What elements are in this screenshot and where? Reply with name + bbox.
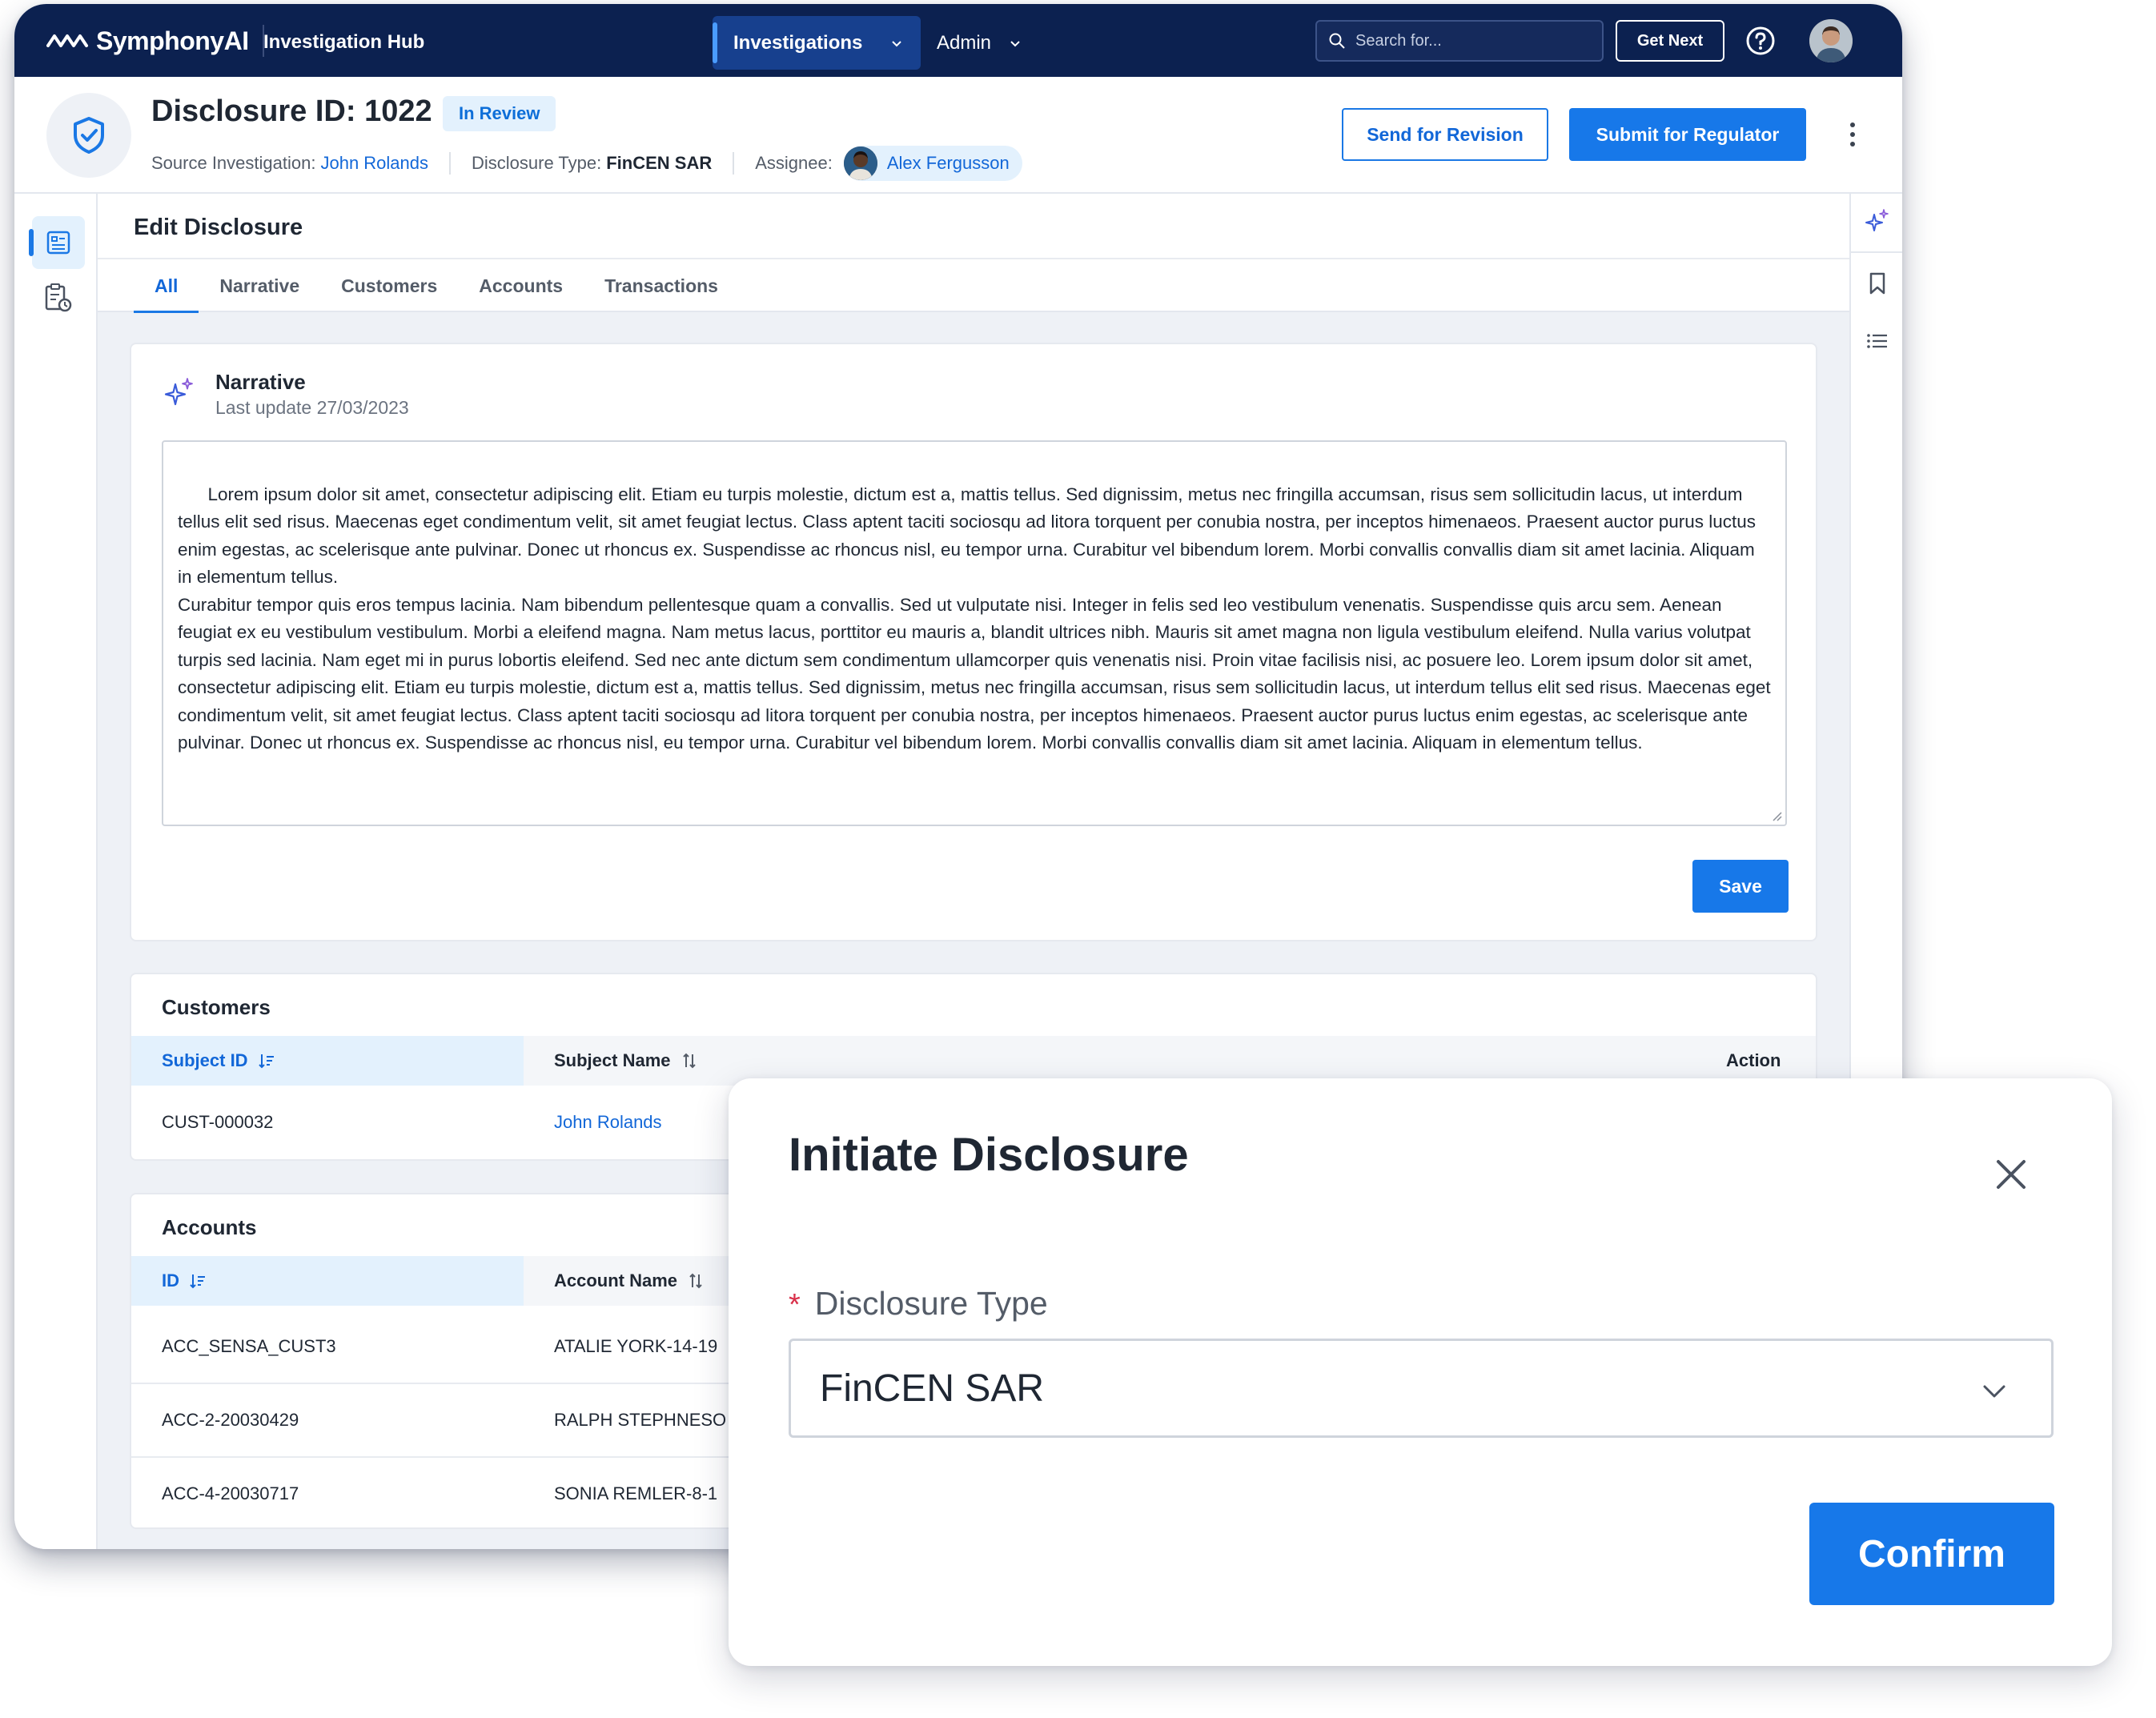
section-title: Edit Disclosure [134,215,303,240]
tab-bar: All Narrative Customers Accounts Transac… [134,259,739,313]
submit-for-regulator-button[interactable]: Submit for Regulator [1569,108,1806,161]
shield-badge [46,93,131,178]
app-name: Investigation Hub [263,31,425,53]
list-icon[interactable] [1865,328,1890,354]
search-icon [1329,33,1345,49]
nav-investigations[interactable]: Investigations [713,16,921,70]
assignee-chip[interactable]: Alex Fergusson [843,146,1022,181]
table-cell: ACC_SENSA_CUST3 [162,1336,336,1356]
col-label: Subject Name [554,1050,671,1070]
clipboard-clock-icon[interactable] [42,282,74,314]
col-id[interactable]: ID [131,1256,524,1306]
left-sidebar [14,194,98,1549]
sort-icon [689,1273,702,1289]
confirm-button[interactable]: Confirm [1809,1503,2054,1605]
assignee-label: Assignee: [755,153,833,173]
table-cell: RALPH STEPHNESO [554,1410,727,1430]
modal-title: Initiate Disclosure [789,1129,1189,1181]
tab-accounts[interactable]: Accounts [458,259,584,312]
customers-title: Customers [162,995,271,1019]
table-cell-link[interactable]: John Rolands [554,1112,662,1133]
sort-desc-icon [190,1274,205,1289]
chevron-down-icon [1010,40,1020,46]
initiate-disclosure-modal: Initiate Disclosure * Disclosure Type Fin… [729,1078,2112,1666]
disclosure-type-select[interactable]: FinCEN SAR [789,1339,2054,1438]
table-cell: ATALIE YORK-14-19 [554,1336,718,1356]
chevron-down-icon [1983,1385,2005,1398]
brand-name: SymphonyAI [96,26,249,55]
col-account-name[interactable]: Account Name [554,1256,705,1306]
narrative-title: Narrative [215,370,306,394]
sort-icon [682,1053,696,1069]
ai-sparkle-icon[interactable] [1865,208,1890,234]
help-circle-icon[interactable] [1745,26,1776,56]
type-label: Disclosure Type: [472,153,602,173]
narrative-text: Lorem ipsum dolor sit amet, consectetur … [178,484,1771,753]
col-label: Subject ID [162,1050,248,1070]
meta-divider [733,152,735,175]
col-subject-id[interactable]: Subject ID [131,1036,524,1086]
bookmark-icon[interactable] [1865,271,1890,296]
nav-investigations-label: Investigations [733,31,863,54]
disclosure-meta: Source Investigation: John Rolands Discl… [151,146,1022,181]
brand-logo[interactable]: SymphonyAI [46,26,249,56]
disclosure-type-value: FinCEN SAR [606,153,713,173]
chevron-down-icon [892,41,901,47]
user-avatar[interactable] [1809,19,1853,62]
page-title: Disclosure ID: 1022 [151,94,432,128]
table-cell: ACC-2-20030429 [162,1410,299,1430]
assignee-name: Alex Fergusson [886,153,1010,173]
nav-admin[interactable]: Admin [937,16,1022,70]
tab-transactions[interactable]: Transactions [584,259,739,312]
required-marker: * [789,1288,801,1322]
sidebar-item-disclosure[interactable] [29,216,85,269]
source-label: Source Investigation: [151,153,316,173]
send-for-revision-button[interactable]: Send for Revision [1342,108,1548,161]
col-subject-name[interactable]: Subject Name [554,1036,698,1086]
top-navbar: SymphonyAI Investigation Hub Investigati… [14,4,1902,77]
field-label: * Disclosure Type [789,1285,1048,1323]
col-label: ID [162,1270,179,1291]
narrative-textarea[interactable]: Lorem ipsum dolor sit amet, consectetur … [162,440,1787,826]
tab-customers[interactable]: Customers [320,259,458,312]
get-next-button[interactable]: Get Next [1616,20,1724,62]
ai-sparkle-icon [164,378,193,406]
sort-desc-icon [258,1054,274,1069]
save-button[interactable]: Save [1692,860,1789,913]
tab-all[interactable]: All [134,259,199,313]
select-value: FinCEN SAR [820,1367,1045,1410]
document-list-icon [46,231,70,255]
last-update: Last update 27/03/2023 [215,397,409,418]
source-investigation-link[interactable]: John Rolands [320,153,428,174]
meta-divider [449,152,452,175]
symphony-wave-icon [46,34,88,47]
tab-narrative[interactable]: Narrative [199,259,320,312]
search-box[interactable] [1315,20,1604,62]
table-cell: ACC-4-20030717 [162,1483,299,1503]
col-label: Account Name [554,1270,678,1291]
rail-divider [1851,251,1902,253]
shield-check-icon [74,117,104,154]
assignee-avatar [843,147,877,180]
field-label-text: Disclosure Type [814,1285,1048,1322]
close-icon[interactable] [1993,1157,2029,1192]
table-cell: CUST-000032 [162,1112,274,1132]
table-cell: SONIA REMLER-8-1 [554,1483,718,1503]
nav-admin-label: Admin [937,31,992,54]
resize-handle-icon[interactable] [1771,810,1782,821]
narrative-card: Narrative Last update 27/03/2023 Lorem i… [130,343,1817,941]
status-badge: In Review [443,96,556,131]
accounts-title: Accounts [162,1215,257,1239]
search-input[interactable] [1355,31,1580,50]
edit-disclosure-header: Edit Disclosure All Narrative Customers … [98,194,1849,313]
more-vertical-icon[interactable] [1848,121,1857,148]
